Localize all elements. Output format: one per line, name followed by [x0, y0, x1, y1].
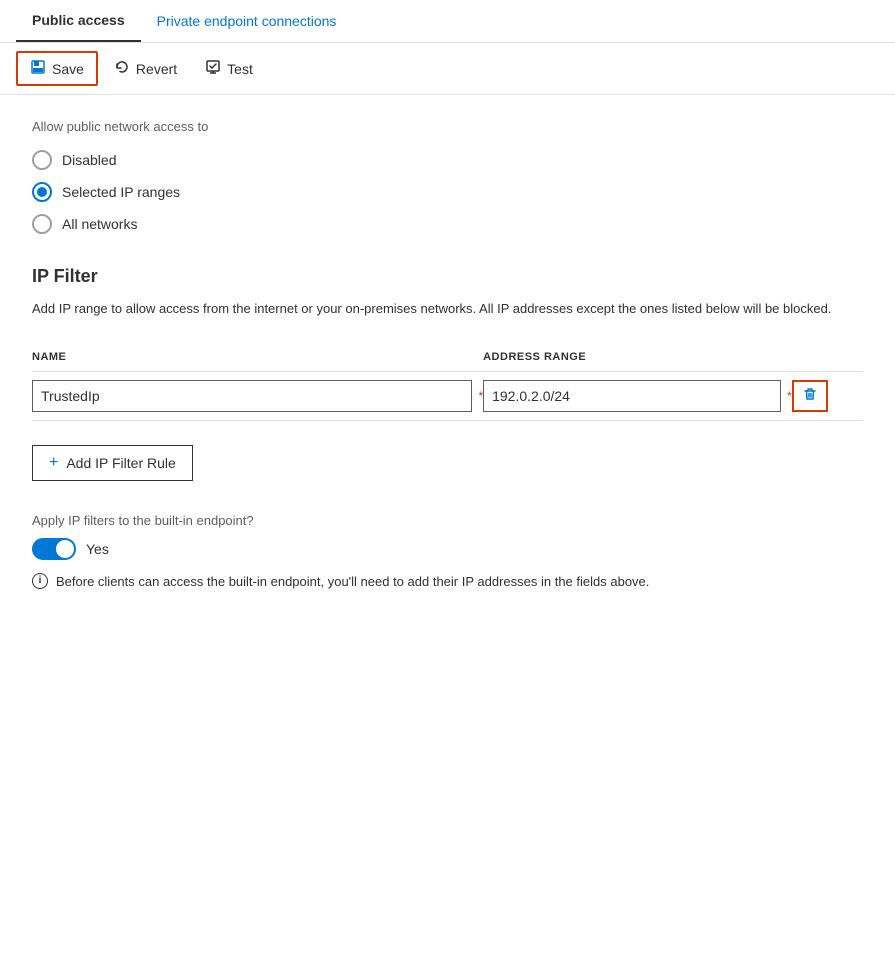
trash-icon: [802, 386, 818, 405]
access-radio-group: Disabled Selected IP ranges All networks: [32, 150, 863, 234]
address-input[interactable]: [483, 380, 781, 412]
radio-label-selected-ip: Selected IP ranges: [62, 184, 180, 200]
ip-filter-table: NAME ADDRESS RANGE * *: [32, 343, 863, 421]
save-button[interactable]: Save: [16, 51, 98, 86]
apply-section: Apply IP filters to the built-in endpoin…: [32, 513, 863, 592]
col-header-name: NAME: [32, 343, 483, 372]
info-text: Before clients can access the built-in e…: [56, 572, 649, 592]
toggle-yes-label: Yes: [86, 541, 109, 557]
name-input[interactable]: [32, 380, 472, 412]
radio-all-networks[interactable]: All networks: [32, 214, 863, 234]
ip-filter-title: IP Filter: [32, 266, 863, 287]
radio-label-all-networks: All networks: [62, 216, 137, 232]
action-cell: [792, 371, 863, 420]
radio-circle-disabled: [32, 150, 52, 170]
address-required-star: *: [787, 389, 792, 403]
table-row: * *: [32, 371, 863, 420]
radio-selected-ip[interactable]: Selected IP ranges: [32, 182, 863, 202]
info-icon: i: [32, 573, 48, 589]
add-rule-label: Add IP Filter Rule: [66, 455, 175, 471]
name-cell: *: [32, 371, 483, 420]
col-header-address: ADDRESS RANGE: [483, 343, 792, 372]
ip-filter-desc: Add IP range to allow access from the in…: [32, 299, 852, 319]
delete-rule-button[interactable]: [792, 380, 828, 412]
tab-public-access[interactable]: Public access: [16, 0, 141, 42]
radio-circle-selected-ip: [32, 182, 52, 202]
save-label: Save: [52, 61, 84, 77]
address-cell: *: [483, 371, 792, 420]
col-header-action: [792, 343, 863, 372]
test-label: Test: [227, 61, 253, 77]
main-content: Allow public network access to Disabled …: [0, 95, 895, 631]
test-icon: [205, 59, 221, 78]
revert-icon: [114, 59, 130, 78]
info-row: i Before clients can access the built-in…: [32, 572, 852, 592]
apply-toggle[interactable]: [32, 538, 76, 560]
test-button[interactable]: Test: [193, 53, 265, 84]
add-ip-filter-rule-button[interactable]: + Add IP Filter Rule: [32, 445, 193, 481]
radio-disabled[interactable]: Disabled: [32, 150, 863, 170]
plus-icon: +: [49, 454, 58, 472]
radio-inner-selected-ip: [37, 187, 47, 197]
apply-label: Apply IP filters to the built-in endpoin…: [32, 513, 863, 528]
access-section-label: Allow public network access to: [32, 119, 863, 134]
toggle-row: Yes: [32, 538, 863, 560]
revert-button[interactable]: Revert: [102, 53, 189, 84]
tab-private-endpoint[interactable]: Private endpoint connections: [141, 1, 353, 41]
save-icon: [30, 59, 46, 78]
tabs-container: Public access Private endpoint connectio…: [0, 0, 895, 43]
revert-label: Revert: [136, 61, 177, 77]
radio-label-disabled: Disabled: [62, 152, 116, 168]
radio-circle-all-networks: [32, 214, 52, 234]
toolbar: Save Revert Test: [0, 43, 895, 95]
toggle-knob: [56, 540, 74, 558]
